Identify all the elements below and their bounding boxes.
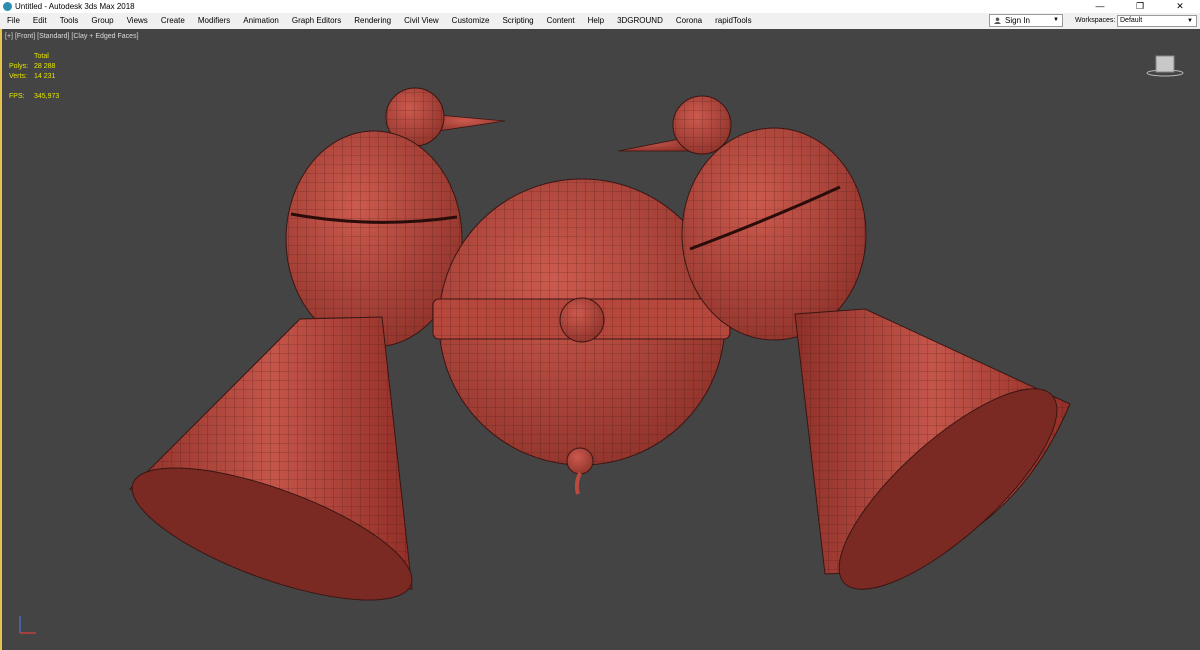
viewport-statistics: Total Polys: 28 288 Verts: 14 231 FPS: 345,…	[9, 52, 59, 102]
viewport-general-menu[interactable]: [+]	[5, 33, 13, 40]
front-viewport[interactable]: [+] [Front] [Standard] [Clay + Edged Fac…	[0, 29, 1200, 650]
viewport-point-of-view[interactable]: [Front]	[15, 33, 35, 40]
menu-create[interactable]: Create	[154, 13, 191, 29]
menu-views[interactable]: Views	[120, 13, 154, 29]
menu-modifiers[interactable]: Modifiers	[191, 13, 236, 29]
window-controls: — ❐ ✕	[1080, 0, 1200, 13]
menu-graph-editors[interactable]: Graph Editors	[285, 13, 347, 29]
lamp-model	[129, 87, 1071, 601]
chevron-down-icon: ▼	[1187, 18, 1193, 24]
menu-bar: File Edit Tools Group Views Create Modif…	[0, 13, 1200, 29]
menu-rendering[interactable]: Rendering	[347, 13, 397, 29]
chevron-down-icon: ▼	[1053, 17, 1059, 23]
menu-content[interactable]: Content	[540, 13, 581, 29]
menu-tools[interactable]: Tools	[53, 13, 85, 29]
viewcube-icon[interactable]	[1145, 54, 1185, 78]
menu-items: File Edit Tools Group Views Create Modif…	[0, 13, 758, 29]
menu-3dground[interactable]: 3DGROUND	[610, 13, 669, 29]
3ds-max-icon	[3, 2, 12, 11]
window-title: Untitled - Autodesk 3ds Max 2018	[15, 2, 135, 11]
minimize-button[interactable]: —	[1080, 0, 1120, 13]
sign-in-label: Sign In	[1005, 16, 1030, 25]
workspace-select[interactable]: Default ▼	[1117, 15, 1197, 27]
stats-header: Total	[34, 53, 49, 60]
workspaces-label: Workspaces:	[1075, 17, 1116, 24]
menu-animation[interactable]: Animation	[236, 13, 285, 29]
menu-help[interactable]: Help	[581, 13, 610, 29]
verts-value: 14 231	[34, 73, 56, 80]
fps-value: 345,973	[34, 93, 60, 100]
menu-file[interactable]: File	[0, 13, 26, 29]
menu-group[interactable]: Group	[84, 13, 119, 29]
viewport-shading-standard[interactable]: [Standard]	[37, 33, 69, 40]
menu-civil-view[interactable]: Civil View	[397, 13, 445, 29]
polys-value: 28 288	[34, 63, 56, 70]
fps-label: FPS:	[9, 93, 25, 100]
menu-corona[interactable]: Corona	[669, 13, 708, 29]
restore-button[interactable]: ❐	[1120, 0, 1160, 13]
menu-rapidtools[interactable]: rapidTools	[708, 13, 757, 29]
viewport-display-mode[interactable]: [Clay + Edged Faces]	[71, 33, 138, 40]
user-icon	[994, 17, 1001, 24]
title-bar: Untitled - Autodesk 3ds Max 2018 — ❐ ✕	[0, 0, 1200, 13]
menu-customize[interactable]: Customize	[445, 13, 496, 29]
polys-label: Polys:	[9, 63, 29, 70]
menu-scripting[interactable]: Scripting	[495, 13, 539, 29]
verts-label: Verts:	[9, 73, 27, 80]
close-button[interactable]: ✕	[1160, 0, 1200, 13]
sign-in-dropdown[interactable]: Sign In ▼	[989, 14, 1063, 27]
workspace-value: Default	[1120, 17, 1143, 24]
viewport-label-menu: [+] [Front] [Standard] [Clay + Edged Fac…	[5, 33, 139, 40]
menu-edit[interactable]: Edit	[26, 13, 53, 29]
axis-tripod-icon	[19, 616, 36, 634]
